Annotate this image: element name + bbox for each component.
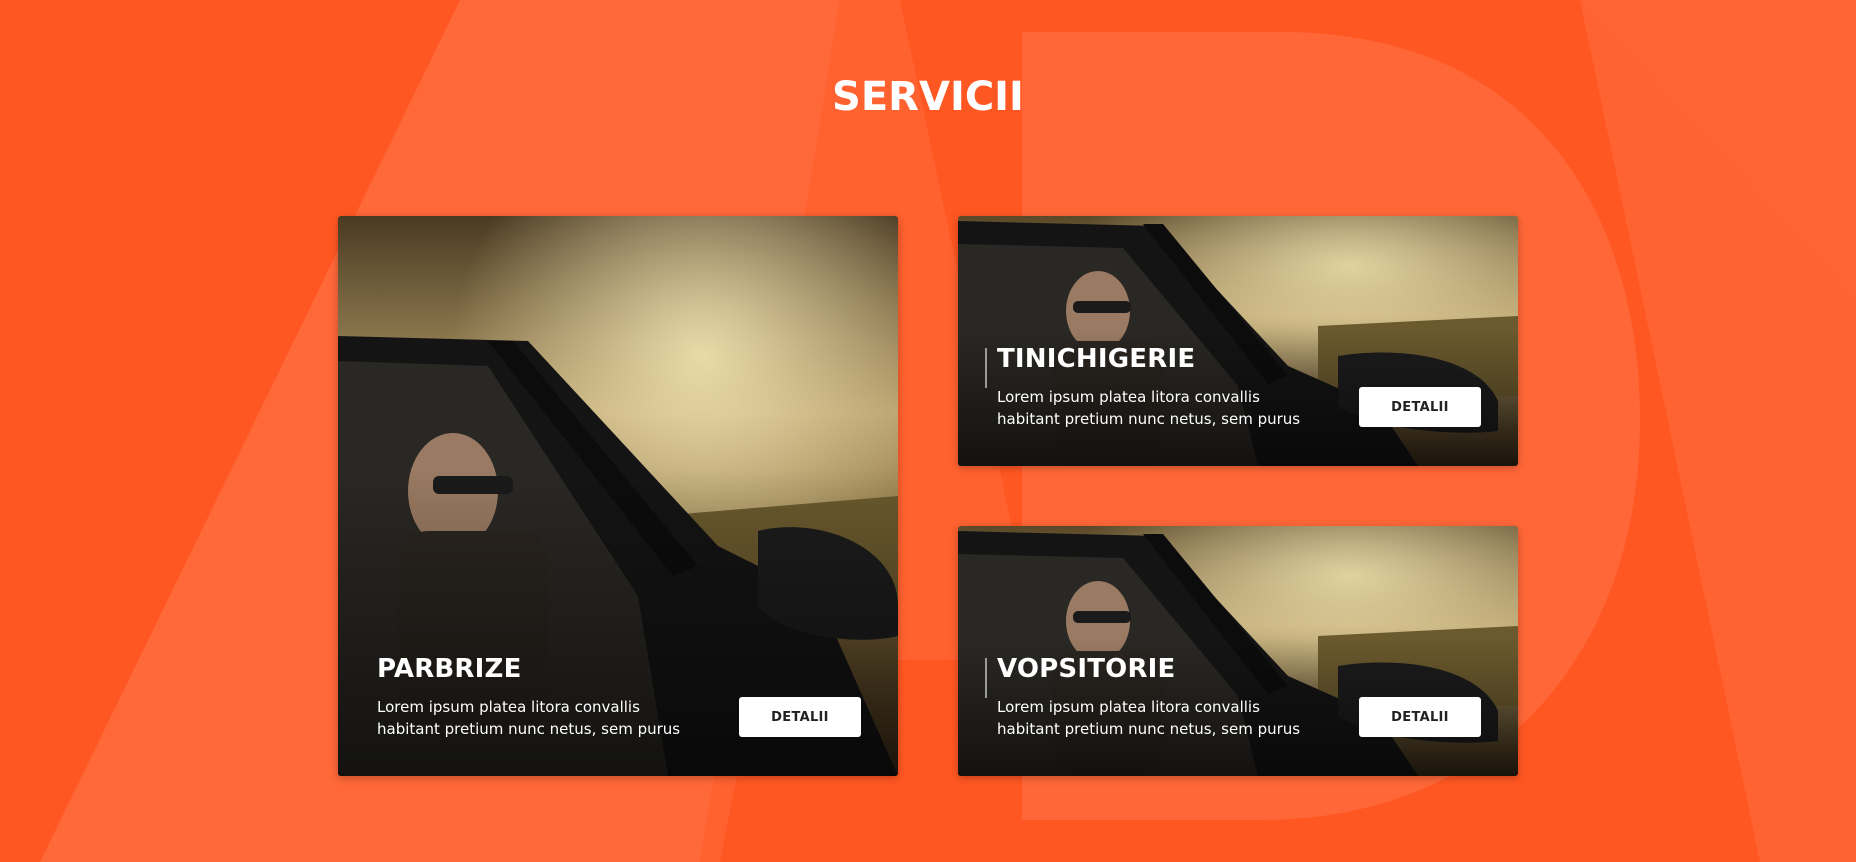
- details-button-vopsitorie[interactable]: DETALII: [1359, 697, 1481, 737]
- card-gradient-overlay: [338, 216, 898, 776]
- service-title: PARBRIZE: [377, 654, 522, 684]
- details-button-tinichigerie[interactable]: DETALII: [1359, 387, 1481, 427]
- title-accent-line: [985, 658, 987, 698]
- details-button-parbrize[interactable]: DETALII: [739, 697, 861, 737]
- background-letters-graphic: [40, 0, 1856, 862]
- service-title: VOPSITORIE: [997, 654, 1176, 684]
- service-description: Lorem ipsum platea litora convallis habi…: [377, 698, 681, 738]
- service-description: Lorem ipsum platea litora convallis habi…: [997, 388, 1301, 428]
- service-title: TINICHIGERIE: [997, 344, 1196, 374]
- page-title: SERVICII: [832, 74, 1024, 120]
- service-card-vopsitorie[interactable]: VOPSITORIE Lorem ipsum platea litora con…: [958, 526, 1518, 776]
- service-description: Lorem ipsum platea litora convallis habi…: [997, 698, 1301, 738]
- service-card-tinichigerie[interactable]: TINICHIGERIE Lorem ipsum platea litora c…: [958, 216, 1518, 466]
- title-accent-line: [985, 348, 987, 388]
- service-card-parbrize[interactable]: PARBRIZE Lorem ipsum platea litora conva…: [338, 216, 898, 776]
